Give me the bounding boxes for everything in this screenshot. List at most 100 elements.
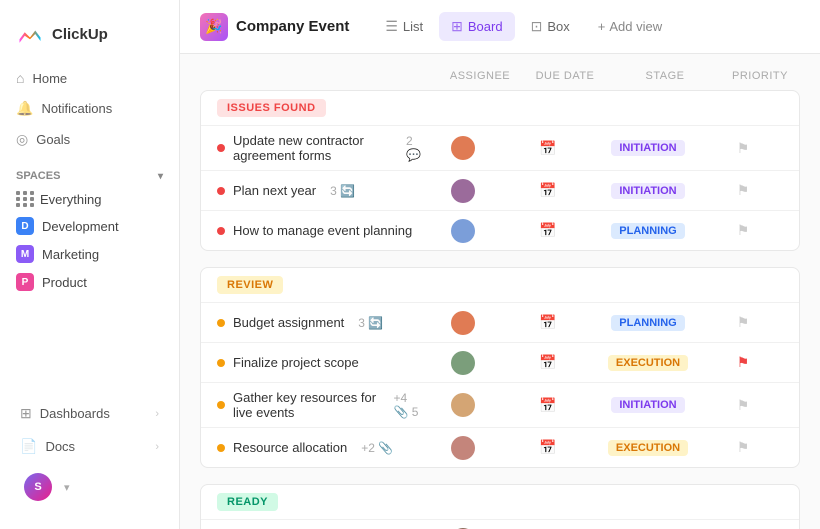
sidebar-item-everything[interactable]: Everything — [8, 186, 171, 212]
spaces-label: Spaces — [16, 170, 60, 182]
avatar — [451, 219, 475, 243]
main-content: 🎉 Company Event ☰ List ⊞ Board ⊡ Box + A… — [180, 0, 820, 529]
task-priority: ⚑ — [703, 140, 783, 157]
task-meta: +2 📎 — [361, 441, 393, 455]
header-tabs: ☰ List ⊞ Board ⊡ Box + Add view — [373, 12, 674, 41]
task-due-date: 📅 — [503, 222, 593, 239]
chevron-right-icon: › — [155, 408, 159, 420]
flag-icon: ⚑ — [737, 439, 750, 456]
task-status-dot — [217, 444, 225, 452]
sidebar-item-goals[interactable]: ◎ Goals — [8, 125, 171, 154]
project-header: 🎉 Company Event — [200, 13, 349, 41]
sidebar-item-label: Everything — [40, 192, 101, 207]
status-badge: INITIATION — [611, 140, 684, 156]
board-area: ASSIGNEE DUE DATE STAGE PRIORITY ISSUES … — [180, 54, 820, 529]
spaces-section: Spaces ▾ Everything D Development M Mark… — [0, 154, 179, 300]
tab-label: Box — [547, 19, 569, 34]
calendar-icon: 📅 — [539, 222, 556, 239]
task-status-dot — [217, 359, 225, 367]
chevron-down-icon: ▾ — [64, 481, 70, 494]
sidebar-item-label: Development — [42, 219, 119, 234]
tab-label: List — [403, 19, 423, 34]
tab-board[interactable]: ⊞ Board — [439, 12, 514, 41]
space-icon-product: P — [16, 273, 34, 291]
sidebar-item-label: Dashboards — [40, 406, 110, 421]
sidebar-item-product[interactable]: P Product — [8, 268, 171, 296]
column-headers: ASSIGNEE DUE DATE STAGE PRIORITY — [200, 70, 800, 86]
task-assignee — [423, 136, 503, 160]
task-due-date: 📅 — [503, 439, 593, 456]
task-stage: INITIATION — [593, 397, 703, 413]
task-name: Finalize project scope — [233, 355, 359, 370]
status-badge: EXECUTION — [608, 440, 688, 456]
flag-icon: ⚑ — [737, 222, 750, 239]
task-row[interactable]: Finalize project scope 📅EXECUTION⚑ — [201, 342, 799, 382]
calendar-icon: 📅 — [539, 314, 556, 331]
status-badge: INITIATION — [611, 183, 684, 199]
task-row[interactable]: Resource allocation+2 📎📅EXECUTION⚑ — [201, 427, 799, 467]
task-status-dot — [217, 401, 225, 409]
group-header-review: REVIEW — [201, 268, 799, 302]
calendar-icon: 📅 — [539, 182, 556, 199]
sidebar-item-marketing[interactable]: M Marketing — [8, 240, 171, 268]
spaces-header[interactable]: Spaces ▾ — [8, 166, 171, 186]
sidebar-item-docs[interactable]: 📄 Docs › — [12, 432, 167, 461]
task-due-date: 📅 — [503, 397, 593, 414]
calendar-icon: 📅 — [539, 397, 556, 414]
group-badge: ISSUES FOUND — [217, 99, 326, 117]
task-due-date: 📅 — [503, 182, 593, 199]
add-view-button[interactable]: + Add view — [586, 13, 674, 40]
sidebar-item-dashboards[interactable]: ⊞ Dashboards › — [12, 399, 167, 428]
task-row[interactable]: Gather key resources for live events+4 📎… — [201, 382, 799, 427]
space-icon-development: D — [16, 217, 34, 235]
sidebar-item-development[interactable]: D Development — [8, 212, 171, 240]
col-header-due: DUE DATE — [520, 70, 610, 82]
task-due-date: 📅 — [503, 314, 593, 331]
sidebar-item-home[interactable]: ⌂ Home — [8, 64, 171, 92]
flag-icon: ⚑ — [737, 397, 750, 414]
task-stage: PLANNING — [593, 223, 703, 239]
task-stage: PLANNING — [593, 315, 703, 331]
chevron-down-icon: ▾ — [158, 171, 163, 182]
avatar — [451, 311, 475, 335]
tab-box[interactable]: ⊡ Box — [519, 12, 582, 41]
task-row[interactable]: Plan next year3 🔄📅INITIATION⚑ — [201, 170, 799, 210]
sidebar-item-label: Notifications — [41, 101, 112, 116]
task-priority: ⚑ — [703, 397, 783, 414]
sidebar-item-notifications[interactable]: 🔔 Notifications — [8, 94, 171, 123]
task-row[interactable]: Budget assignment3 🔄📅PLANNING⚑ — [201, 302, 799, 342]
groups-container: ISSUES FOUND Update new contractor agreem… — [200, 90, 800, 529]
col-header-priority: PRIORITY — [720, 70, 800, 82]
task-priority: ⚑ — [703, 439, 783, 456]
tab-list[interactable]: ☰ List — [373, 12, 435, 41]
flag-icon: ⚑ — [737, 314, 750, 331]
task-assignee — [423, 219, 503, 243]
group-header-ready: READY — [201, 485, 799, 519]
docs-icon: 📄 — [20, 438, 37, 455]
task-stage: EXECUTION — [593, 355, 703, 371]
task-row[interactable]: Update new contractor agreement forms 2 💬… — [201, 125, 799, 170]
task-priority: ⚑ — [703, 222, 783, 239]
task-name: Update new contractor agreement forms — [233, 133, 392, 163]
chevron-right-icon: › — [155, 441, 159, 453]
col-header-stage: STAGE — [610, 70, 720, 82]
task-stage: EXECUTION — [593, 440, 703, 456]
group-ready: READY New contractor agreement📅INITIATION… — [200, 484, 800, 529]
group-badge: READY — [217, 493, 278, 511]
tab-label: Board — [468, 19, 503, 34]
user-profile[interactable]: S ▾ — [12, 465, 167, 509]
sidebar-item-label: Goals — [36, 132, 70, 147]
list-icon: ☰ — [385, 18, 398, 35]
app-name: ClickUp — [52, 26, 108, 43]
task-due-date: 📅 — [503, 354, 593, 371]
sidebar-item-label: Home — [32, 71, 67, 86]
sidebar: ClickUp ⌂ Home 🔔 Notifications ◎ Goals S… — [0, 0, 180, 529]
task-row[interactable]: How to manage event planning📅PLANNING⚑ — [201, 210, 799, 250]
avatar — [451, 179, 475, 203]
sidebar-nav: ⌂ Home 🔔 Notifications ◎ Goals — [0, 64, 179, 154]
task-meta: 2 💬 — [406, 134, 423, 162]
task-priority: ⚑ — [703, 354, 783, 371]
task-row[interactable]: New contractor agreement📅INITIATION⚑ — [201, 519, 799, 529]
flag-icon: ⚑ — [737, 140, 750, 157]
target-icon: ◎ — [16, 131, 28, 148]
